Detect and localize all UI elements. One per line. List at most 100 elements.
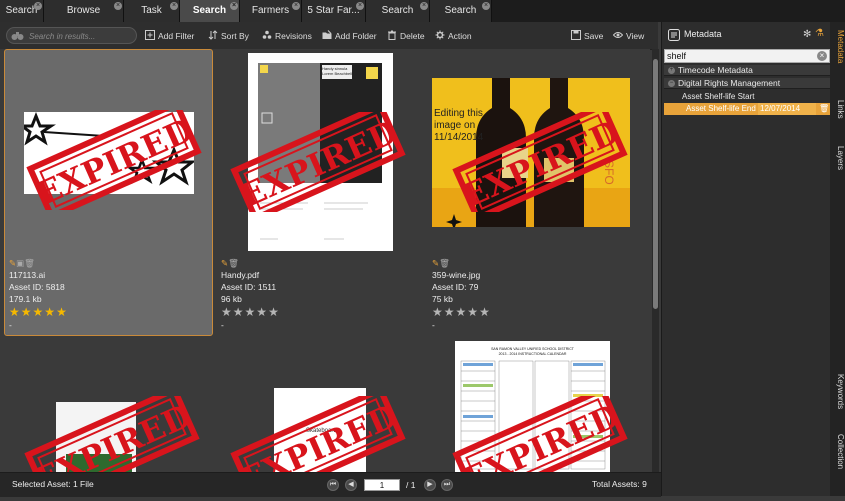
save-button[interactable]: Save (571, 30, 603, 42)
search-in-results-field[interactable] (6, 27, 137, 44)
close-icon[interactable]: × (356, 2, 364, 10)
star-icon[interactable]: ★ (268, 305, 280, 319)
star-icon[interactable]: ★ (256, 305, 268, 319)
star-icon[interactable]: ★ (9, 305, 21, 319)
binoculars-icon (11, 32, 24, 40)
tab-label: 5 Star Far... (307, 5, 360, 16)
clear-search-icon[interactable]: × (817, 51, 827, 61)
page-input[interactable] (364, 479, 400, 491)
star-icon[interactable]: ★ (221, 305, 233, 319)
metadata-title: Metadata (684, 29, 722, 39)
view-label: View (626, 31, 645, 41)
delete-button[interactable]: Delete (387, 30, 425, 42)
sort-by-button[interactable]: Sort By (208, 30, 249, 42)
section-timecode-metadata[interactable]: + Timecode Metadata (664, 65, 830, 76)
view-button[interactable]: View (613, 30, 644, 42)
tab-farmers[interactable]: Farmers × (240, 0, 302, 22)
star-icon[interactable]: ★ (44, 305, 56, 319)
close-icon[interactable]: × (170, 2, 178, 10)
star-icon[interactable]: ★ (479, 305, 491, 319)
side-tab-links[interactable]: Links (830, 100, 845, 140)
field-shelf-life-end[interactable]: Asset Shelf-life End 12/07/2014 🗑 (664, 103, 830, 115)
field-value[interactable]: 12/07/2014 (758, 103, 816, 115)
tab-task[interactable]: Task × (124, 0, 180, 22)
tab-5-star-farmers[interactable]: 5 Star Far... × (302, 0, 366, 22)
rating-stars[interactable]: ★★★★★ (432, 305, 491, 319)
add-folder-label: Add Folder (335, 31, 377, 41)
grid-scrollbar[interactable] (652, 49, 659, 472)
star-icon[interactable]: ★ (56, 305, 68, 319)
revisions-button[interactable]: Revisions (262, 30, 312, 42)
field-shelf-life-start[interactable]: Asset Shelf-life Start (664, 91, 830, 102)
copy-icon[interactable]: ▣ (16, 258, 24, 268)
side-tab-keywords[interactable]: Keywords (830, 374, 845, 426)
star-icon[interactable]: ★ (456, 305, 468, 319)
asset-extra: - (221, 320, 224, 330)
collapse-icon[interactable]: − (668, 80, 675, 87)
side-tab-layers[interactable]: Layers (830, 146, 845, 186)
star-icon[interactable]: ★ (33, 305, 45, 319)
side-tab-label: Layers (836, 146, 845, 171)
close-icon[interactable]: × (114, 2, 122, 10)
metadata-icon (668, 29, 680, 41)
trash-icon[interactable]: 🗑 (819, 103, 829, 114)
add-filter-icon (145, 30, 155, 40)
settings-icon[interactable]: ✻ (803, 29, 811, 40)
tab-label: Search (5, 5, 38, 16)
close-icon[interactable]: × (34, 2, 42, 10)
action-label: Action (448, 31, 472, 41)
close-icon[interactable]: × (420, 2, 428, 10)
close-icon[interactable]: × (292, 2, 300, 10)
star-icon[interactable]: ★ (245, 305, 257, 319)
asset-actions: ✎🗑 (221, 258, 239, 269)
revisions-icon (262, 30, 272, 39)
trash-icon[interactable]: 🗑 (228, 258, 239, 268)
side-tab-collection[interactable]: Collection (830, 434, 845, 490)
action-button[interactable]: Action (435, 30, 472, 42)
field-label: Asset Shelf-life Start (682, 92, 755, 101)
last-page-button[interactable]: ⏭ (441, 479, 453, 491)
flask-icon[interactable]: ⚗ (815, 28, 824, 39)
tab-search-1[interactable]: Search × (0, 0, 44, 22)
search-in-results-input[interactable] (27, 29, 137, 44)
tab-label: Search (192, 5, 227, 16)
scrollbar-thumb[interactable] (653, 59, 658, 309)
expand-icon[interactable]: + (668, 67, 675, 74)
tab-browse[interactable]: Browse × (44, 0, 124, 22)
star-icon[interactable]: ★ (444, 305, 456, 319)
section-digital-rights[interactable]: − Digital Rights Management (664, 78, 830, 89)
tab-search-active[interactable]: Search × (180, 0, 240, 22)
total-assets: Total Assets: 9 (592, 479, 647, 489)
selected-asset-count: Selected Asset: 1 File (12, 479, 94, 489)
page-number-input[interactable] (365, 480, 399, 490)
close-icon[interactable]: × (230, 2, 238, 10)
star-icon[interactable]: ★ (432, 305, 444, 319)
tab-search-3[interactable]: Search × (366, 0, 430, 22)
add-folder-button[interactable]: Add Folder (322, 30, 377, 42)
expired-stamp: EXPIRED (224, 101, 412, 223)
star-icon[interactable]: ★ (21, 305, 33, 319)
asset-filename: Handy.pdf (221, 270, 260, 280)
rating-stars[interactable]: ★★★★★ (221, 305, 280, 319)
revisions-label: Revisions (275, 31, 312, 41)
gear-icon (435, 30, 445, 40)
asset-actions: ✎▣🗑 (9, 258, 35, 269)
side-tab-metadata[interactable]: Metadata (830, 30, 845, 92)
trash-icon[interactable]: 🗑 (439, 258, 450, 268)
trash-icon (388, 30, 396, 40)
rating-stars[interactable]: ★★★★★ (9, 305, 68, 319)
next-page-button[interactable]: ▶ (424, 479, 436, 491)
first-page-button[interactable]: ⏮ (327, 479, 339, 491)
eye-icon (613, 32, 623, 38)
asset-filename: 117113.ai (9, 270, 46, 280)
star-icon[interactable]: ★ (233, 305, 245, 319)
prev-page-button[interactable]: ◀ (345, 479, 357, 491)
star-icon[interactable]: ★ (467, 305, 479, 319)
add-filter-button[interactable]: Add Filter (145, 30, 194, 42)
metadata-search-field[interactable]: × (664, 49, 830, 63)
trash-icon[interactable]: 🗑 (24, 258, 35, 268)
metadata-search-input[interactable] (667, 50, 812, 62)
tab-search-4[interactable]: Search × (430, 0, 492, 22)
asset-extra: - (9, 320, 12, 330)
close-icon[interactable]: × (482, 2, 490, 10)
